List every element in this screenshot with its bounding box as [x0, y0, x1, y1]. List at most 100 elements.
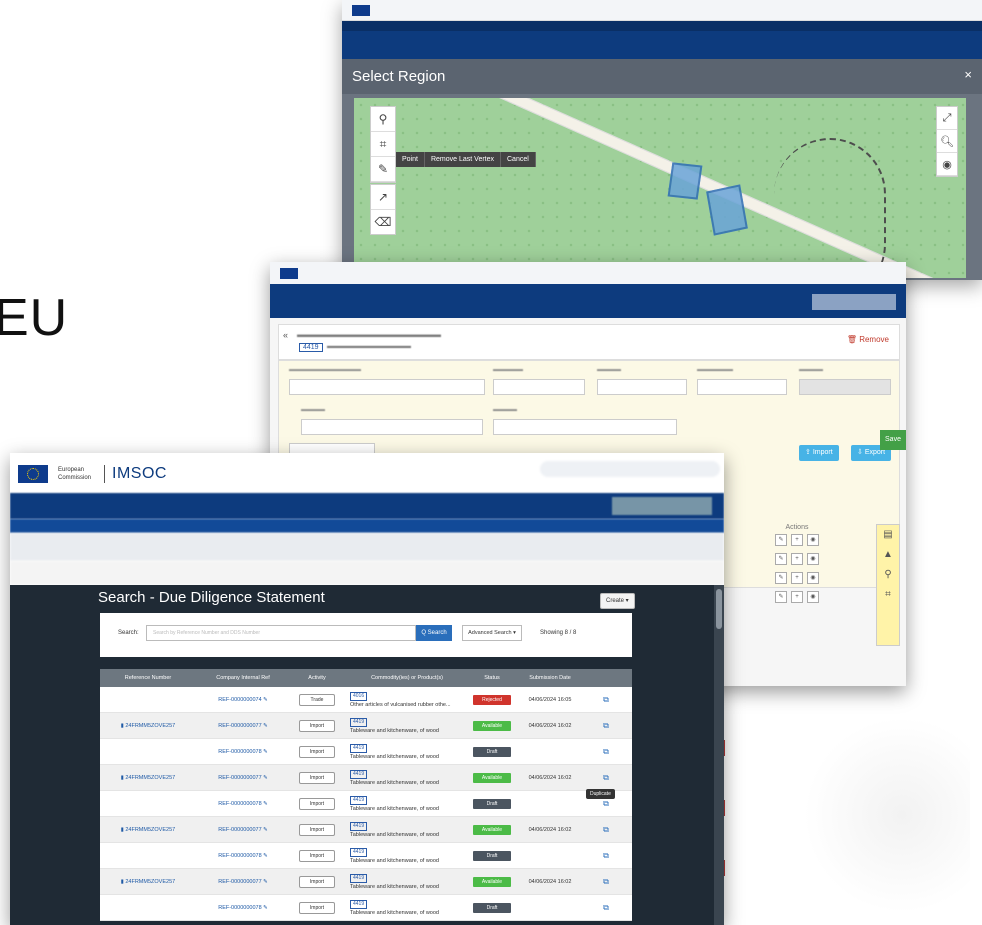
internal-ref[interactable]: REF-0000000074 ✎ [196, 697, 290, 703]
reference-number-text[interactable]: 24FRMM5ZOVE257 [125, 723, 175, 729]
add-icon[interactable]: + [791, 534, 803, 546]
add-icon[interactable]: + [791, 572, 803, 584]
view-icon[interactable]: ◉ [807, 572, 819, 584]
edit-icon[interactable]: ✎ [263, 801, 268, 807]
sub-nav[interactable] [10, 519, 724, 533]
view-icon[interactable]: ◉ [807, 553, 819, 565]
table-row[interactable]: ▮ 24FRMM5ZOVE257 REF-0000000077 ✎ Import 44… [100, 713, 632, 739]
col-commodity[interactable]: Commodity(ies) or Product(s) [344, 675, 464, 681]
table-row[interactable]: REF-0000000078 ✎ Import 4419 Tableware and … [100, 895, 632, 921]
reference-number-text[interactable]: 24FRMM5ZOVE257 [125, 879, 175, 885]
duplicate-icon[interactable]: ⧉ [580, 695, 632, 705]
common-name-input[interactable] [493, 419, 677, 435]
import-button[interactable]: ⇪ Import [799, 445, 839, 461]
internal-ref[interactable]: REF-0000000078 ✎ [196, 853, 290, 859]
reference-number[interactable]: ▮ 24FRMM5ZOVE257 [100, 723, 196, 729]
edit-icon[interactable]: ✎ [775, 534, 787, 546]
scientific-name-input[interactable] [301, 419, 483, 435]
commodity-input[interactable] [289, 379, 485, 395]
scrollbar[interactable] [714, 585, 724, 925]
table-row[interactable]: REF-0000000078 ✎ Import 4419 Tableware and … [100, 739, 632, 765]
edit-icon[interactable]: ✎ [263, 697, 268, 703]
table-row[interactable]: REF-0000000078 ✎ Import 4419 Tableware and … [100, 791, 632, 817]
region-map[interactable]: ⚲ ⌗ ✎ Point Remove Last Vertex Cancel ↗ … [354, 98, 966, 278]
add-icon[interactable]: + [791, 553, 803, 565]
duplicate-icon[interactable]: ⧉ [580, 877, 632, 887]
reference-number[interactable]: ▮ 24FRMM5ZOVE257 [100, 827, 196, 833]
main-nav[interactable] [10, 493, 724, 519]
table-row[interactable]: ▮ 24FRMM5ZOVE257 REF-0000000077 ✎ Import 44… [100, 765, 632, 791]
search-button[interactable]: Q Search [416, 625, 452, 641]
internal-ref-text[interactable]: REF-0000000078 [218, 905, 261, 911]
internal-ref-text[interactable]: REF-0000000078 [218, 801, 261, 807]
reference-number[interactable]: ▮ 24FRMM5ZOVE257 [100, 775, 196, 781]
col-reference[interactable]: Reference Number [100, 675, 196, 681]
menu-item-point[interactable]: Point [396, 152, 425, 167]
edit-icon[interactable]: ✎ [775, 553, 787, 565]
reference-number-text[interactable]: 24FRMM5ZOVE257 [125, 827, 175, 833]
line-icon[interactable]: ↗ [371, 185, 395, 210]
zoom-icon[interactable]: 🔍︎ [937, 130, 957, 153]
add-icon[interactable]: + [791, 591, 803, 603]
duplicate-icon[interactable]: ⧉ [580, 799, 632, 809]
marker-icon[interactable]: ⚲ [877, 565, 899, 585]
table-row[interactable]: ▮ 24FRMM5ZOVE257 REF-0000000077 ✎ Import 44… [100, 817, 632, 843]
collapse-icon[interactable]: « [283, 330, 288, 340]
internal-ref-text[interactable]: REF-0000000078 [218, 749, 261, 755]
view-icon[interactable]: ◉ [807, 591, 819, 603]
fullscreen-icon[interactable]: ⤢ [937, 107, 957, 130]
duplicate-icon[interactable]: ⧉ [580, 773, 632, 783]
reference-number-text[interactable]: 24FRMM5ZOVE257 [125, 775, 175, 781]
volume-input[interactable] [597, 379, 687, 395]
menu-item-cancel[interactable]: Cancel [501, 152, 536, 167]
header-search[interactable] [540, 461, 720, 477]
duplicate-icon[interactable]: ⧉ [580, 721, 632, 731]
duplicate-icon[interactable]: ⧉ [580, 825, 632, 835]
reference-number[interactable]: ▮ 24FRMM5ZOVE257 [100, 879, 196, 885]
internal-ref[interactable]: REF-0000000077 ✎ [196, 879, 290, 885]
internal-ref[interactable]: REF-0000000077 ✎ [196, 775, 290, 781]
internal-ref[interactable]: REF-0000000078 ✎ [196, 749, 290, 755]
duplicate-icon[interactable]: ⧉ [580, 747, 632, 757]
edit-icon[interactable]: ✎ [775, 572, 787, 584]
internal-ref-text[interactable]: REF-0000000074 [218, 697, 261, 703]
breadcrumb[interactable] [10, 561, 724, 585]
advanced-search-button[interactable]: Advanced Search ▾ [462, 625, 522, 641]
map-icon[interactable]: ▤ [877, 525, 899, 545]
col-activity[interactable]: Activity [290, 675, 344, 681]
layers-icon[interactable]: ◉ [937, 153, 957, 176]
polygon-icon[interactable]: ⌗ [877, 585, 899, 605]
create-button[interactable]: Create ▾ [600, 593, 635, 609]
edit-icon[interactable]: ✎ [263, 905, 268, 911]
internal-ref[interactable]: REF-0000000078 ✎ [196, 801, 290, 807]
search-input[interactable]: Search by Reference Number and DDS Numbe… [146, 625, 416, 641]
menu-item-remove-vertex[interactable]: Remove Last Vertex [425, 152, 501, 167]
edit-icon[interactable]: ✎ [263, 853, 268, 859]
drawn-polygon[interactable] [667, 162, 703, 200]
duplicate-icon[interactable]: ⧉ [580, 903, 632, 913]
table-row[interactable]: REF-0000000074 ✎ Trade 4016 Other articles … [100, 687, 632, 713]
col-submission-date[interactable]: Submission Date [520, 675, 580, 681]
edit-icon[interactable]: ✎ [263, 723, 268, 729]
table-row[interactable]: ▮ 24FRMM5ZOVE257 REF-0000000077 ✎ Import 44… [100, 869, 632, 895]
edit-icon[interactable]: ✎ [263, 827, 268, 833]
col-status[interactable]: Status [464, 675, 520, 681]
internal-ref-text[interactable]: REF-0000000077 [218, 879, 261, 885]
col-internal-ref[interactable]: Company Internal Ref [196, 675, 290, 681]
table-row[interactable]: REF-0000000078 ✎ Import 4419 Tableware and … [100, 843, 632, 869]
internal-ref-text[interactable]: REF-0000000077 [218, 827, 261, 833]
draw-icon[interactable]: ✎ [371, 157, 395, 182]
drawn-polygon[interactable] [706, 184, 748, 236]
edit-icon[interactable]: ✎ [775, 591, 787, 603]
view-icon[interactable]: ◉ [807, 534, 819, 546]
edit-icon[interactable]: ✎ [263, 749, 268, 755]
eraser-icon[interactable]: ⌫ [371, 210, 395, 234]
tree-icon[interactable]: ▲ [877, 545, 899, 565]
internal-ref[interactable]: REF-0000000077 ✎ [196, 827, 290, 833]
internal-ref[interactable]: REF-0000000077 ✎ [196, 723, 290, 729]
edit-icon[interactable]: ✎ [263, 775, 268, 781]
internal-ref[interactable]: REF-0000000078 ✎ [196, 905, 290, 911]
duplicate-icon[interactable]: ⧉ [580, 851, 632, 861]
internal-ref-text[interactable]: REF-0000000077 [218, 723, 261, 729]
save-button[interactable]: Save [880, 430, 906, 450]
